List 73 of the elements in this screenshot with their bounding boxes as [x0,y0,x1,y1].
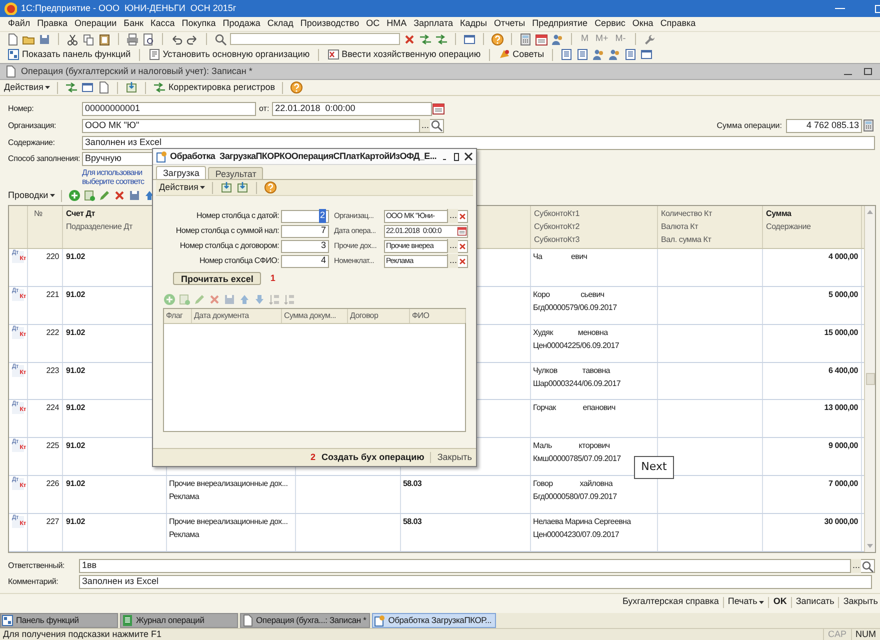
table-cell-text: 91.02 [65,364,86,377]
field-value: ООО МК "Ю" [85,118,140,132]
field-label: Номер: [7,102,35,114]
row-number: 225 [45,440,60,452]
table-cell-text: Кмш00000785/07.09.2017 [532,453,621,466]
table-cell-text: Маль кторович [532,440,610,452]
table-cell-text: Реклама [168,491,199,504]
hint-text: выберите соответс [82,177,144,186]
window-title: 1С:Предприятие - ООО ЮНИ-ДЕНЬГИ ОСН 2015г [21,2,236,15]
table-cell-text: 58.03 [402,478,422,490]
field-label: Содержание: [7,136,56,148]
table-cell-text: 6 400,00 [828,364,859,377]
table-cell-text: 13 000,00 [824,402,859,414]
row-number: 223 [45,364,60,377]
status-text: Для получения подсказки нажмите F1 [2,628,163,640]
table-cell-text: Говор хайловна [532,478,612,490]
marker-number: 1 [270,272,276,285]
hint-text: Для использовани [82,168,142,177]
table-cell-text: Нелаева Марина Сергеевна [532,516,631,528]
field-value: 1вв [82,559,97,572]
table-cell-text: Прочие внереализационные дох... [168,478,288,490]
table-cell-text: 91.02 [65,440,86,452]
table-cell-text: Цен00004230/07.09.2017 [532,529,620,542]
table-cell-text: Горчак епанович [532,402,616,414]
field-label: Номер столбца с датой: [196,210,280,222]
row-number: 220 [45,250,60,263]
field-label: Номер столбца СФИО: [198,255,280,267]
table-cell-text: 7 000,00 [828,478,859,490]
row-number: 224 [45,402,60,414]
field-value: 3 [320,239,326,252]
field-label: Сумма операции: [716,120,783,132]
status-indicator: CAP [822,628,850,640]
table-cell-text: Цен00004225/06.09.2017 [532,340,620,352]
field-label: Организация: [7,120,58,132]
table-cell-text: Худяк меновна [532,326,608,339]
field-label: от: [258,102,270,114]
field-label: Номер столбца с суммой нал: [174,225,280,237]
document-title: Операция (бухгалтерский и налоговый учет): Записан * [21,64,252,78]
table-cell-text: Бгд00000579/06.09.2017 [532,302,617,314]
table-cell-text: 4 000,00 [828,250,859,263]
row-number: 222 [45,326,60,339]
field-value: 4 [320,254,326,268]
table-cell-text: 91.02 [65,326,86,339]
table-cell-text: 9 000,00 [828,440,859,452]
table-cell-text: Ча евич [532,250,588,263]
table-cell-text: Бгд00000580/07.09.2017 [532,491,617,504]
field-value: 2 [318,209,326,223]
row-number: 227 [45,516,60,528]
table-cell-text: 5 000,00 [828,288,859,301]
row-number: 221 [45,288,60,301]
dialog-title: Обработка ЗагрузкаПКОРКООперацияСПлатКартойИзОФД_Е... [170,150,436,163]
row-number: 226 [45,478,60,490]
field-label: Номер столбца с договором: [178,240,280,252]
marker-number: 2 [310,450,316,464]
field-label: Способ заполнения: [7,153,82,165]
table-cell-text: 15 000,00 [824,326,859,339]
table-cell-text: Реклама [168,529,199,542]
table-cell-text: 91.02 [65,516,86,528]
table-cell-text: 58.03 [402,516,422,528]
table-cell-text: 91.02 [65,288,86,301]
table-cell-text: 91.02 [65,250,86,263]
table-cell-text: Прочие внереализационные дох... [168,516,288,528]
field-label: Ответственный: [7,560,66,572]
table-cell-text: 30 000,00 [824,516,859,528]
annotation-tooltip: Next [634,456,674,479]
table-cell-text: Шар00003244/06.09.2017 [532,378,620,390]
table-cell-text: Коро сьевич [532,288,604,301]
table-cell-text: 91.02 [65,402,86,414]
status-indicator: NUM [850,628,880,640]
table-cell-text: Чулков тавовна [532,364,610,377]
table-cell-text: 91.02 [65,478,86,490]
field-value: 7 [320,224,326,238]
field-label: Комментарий: [7,576,60,588]
